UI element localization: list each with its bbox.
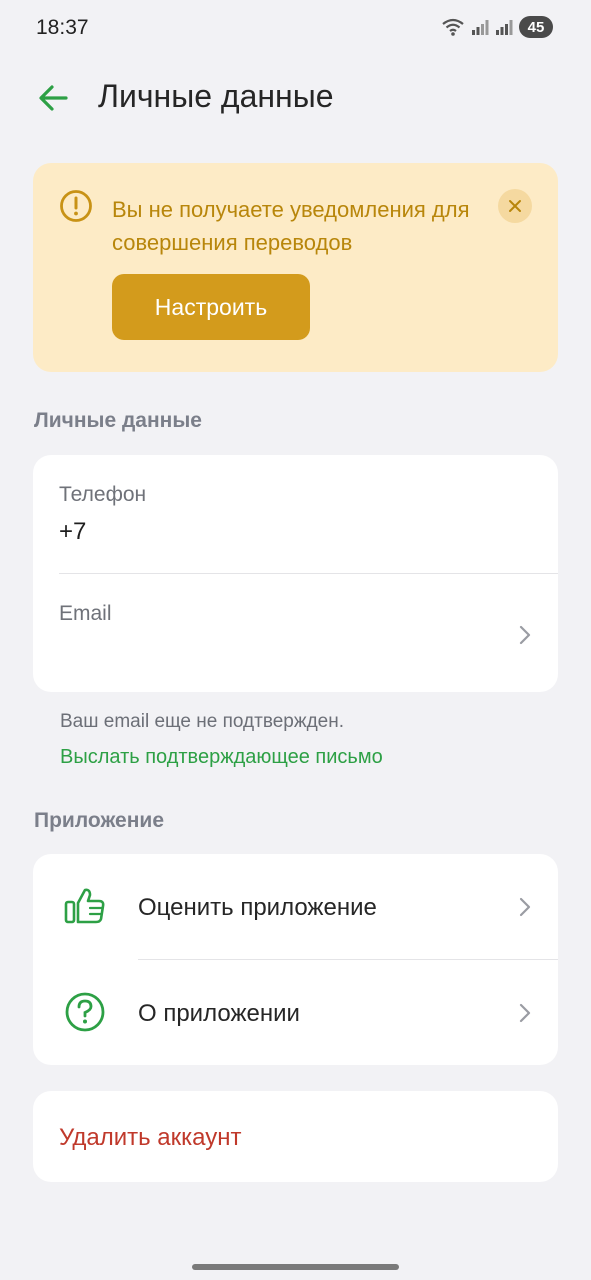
rate-app-row[interactable]: Оценить приложение <box>33 854 558 959</box>
chevron-right-icon <box>519 625 531 645</box>
rate-app-label: Оценить приложение <box>138 894 377 921</box>
page-title: Личные данные <box>98 78 334 114</box>
delete-account-label: Удалить аккаунт <box>59 1124 242 1151</box>
warning-icon <box>60 190 92 222</box>
status-bar: 18:37 45 <box>0 0 591 56</box>
close-icon <box>509 200 521 212</box>
home-indicator <box>192 1264 399 1270</box>
resend-confirmation-link[interactable]: Выслать подтверждающее письмо <box>60 746 383 769</box>
configure-button[interactable]: Настроить <box>112 274 310 340</box>
wifi-icon <box>442 18 464 36</box>
signal-icon <box>472 20 489 35</box>
email-row[interactable]: Email <box>33 574 558 692</box>
section-title-personal: Личные данные <box>34 409 202 432</box>
chevron-right-icon <box>519 1003 531 1023</box>
status-time: 18:37 <box>36 16 89 39</box>
personal-data-card: Телефон +7 Email <box>33 455 558 692</box>
personal-data-screen: 18:37 45 Личные данные Вы не получаете у… <box>0 0 591 1280</box>
app-card: Оценить приложение О приложении <box>33 854 558 1065</box>
email-not-confirmed-note: Ваш email еще не подтвержден. <box>60 711 344 732</box>
section-title-app: Приложение <box>34 809 165 832</box>
delete-account-card[interactable]: Удалить аккаунт <box>33 1091 558 1182</box>
banner-message: Вы не получаете уведомления для совершен… <box>112 197 470 255</box>
status-icons: 45 <box>441 16 553 38</box>
notification-warning-banner: Вы не получаете уведомления для совершен… <box>33 163 558 372</box>
thumbs-up-icon <box>64 888 105 924</box>
phone-row[interactable]: Телефон +7 <box>33 455 558 573</box>
signal-icon-2 <box>496 20 513 35</box>
banner-close-button[interactable] <box>498 189 532 223</box>
phone-value: +7 <box>59 518 87 545</box>
about-app-row[interactable]: О приложении <box>33 960 558 1065</box>
battery-indicator: 45 <box>519 16 553 38</box>
about-app-label: О приложении <box>138 1000 300 1027</box>
question-circle-icon <box>65 992 105 1032</box>
phone-label: Телефон <box>59 483 147 506</box>
arrow-left-icon <box>39 85 68 111</box>
back-button[interactable] <box>36 80 72 116</box>
email-label: Email <box>59 602 112 625</box>
chevron-right-icon <box>519 897 531 917</box>
